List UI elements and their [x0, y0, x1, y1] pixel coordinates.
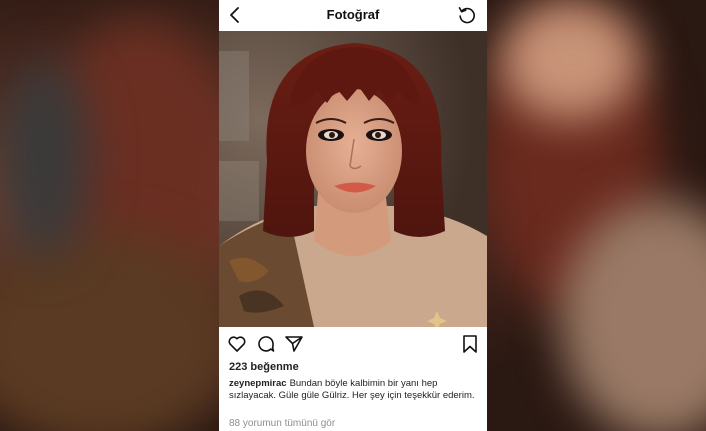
- heart-icon[interactable]: [227, 334, 247, 354]
- view-all-comments-link[interactable]: 88 yorumun tümünü gör: [229, 418, 335, 429]
- comment-icon[interactable]: [256, 334, 276, 354]
- share-icon[interactable]: [284, 334, 304, 354]
- page-title: Fotoğraf: [326, 7, 380, 22]
- post-actions: [219, 334, 487, 356]
- portrait-image: [219, 31, 487, 327]
- post-photo[interactable]: [219, 31, 487, 327]
- bookmark-icon[interactable]: [460, 334, 480, 354]
- instagram-post-screen: Fotoğraf 223 beğenme zeynepmirac Bundan …: [219, 0, 487, 431]
- top-bar: Fotoğraf: [219, 0, 487, 32]
- likes-count[interactable]: 223 beğenme: [229, 361, 299, 373]
- post-caption: zeynepmirac Bundan böyle kalbimin bir yan…: [229, 378, 479, 402]
- caption-username[interactable]: zeynepmirac: [229, 378, 287, 389]
- refresh-icon[interactable]: [457, 5, 477, 25]
